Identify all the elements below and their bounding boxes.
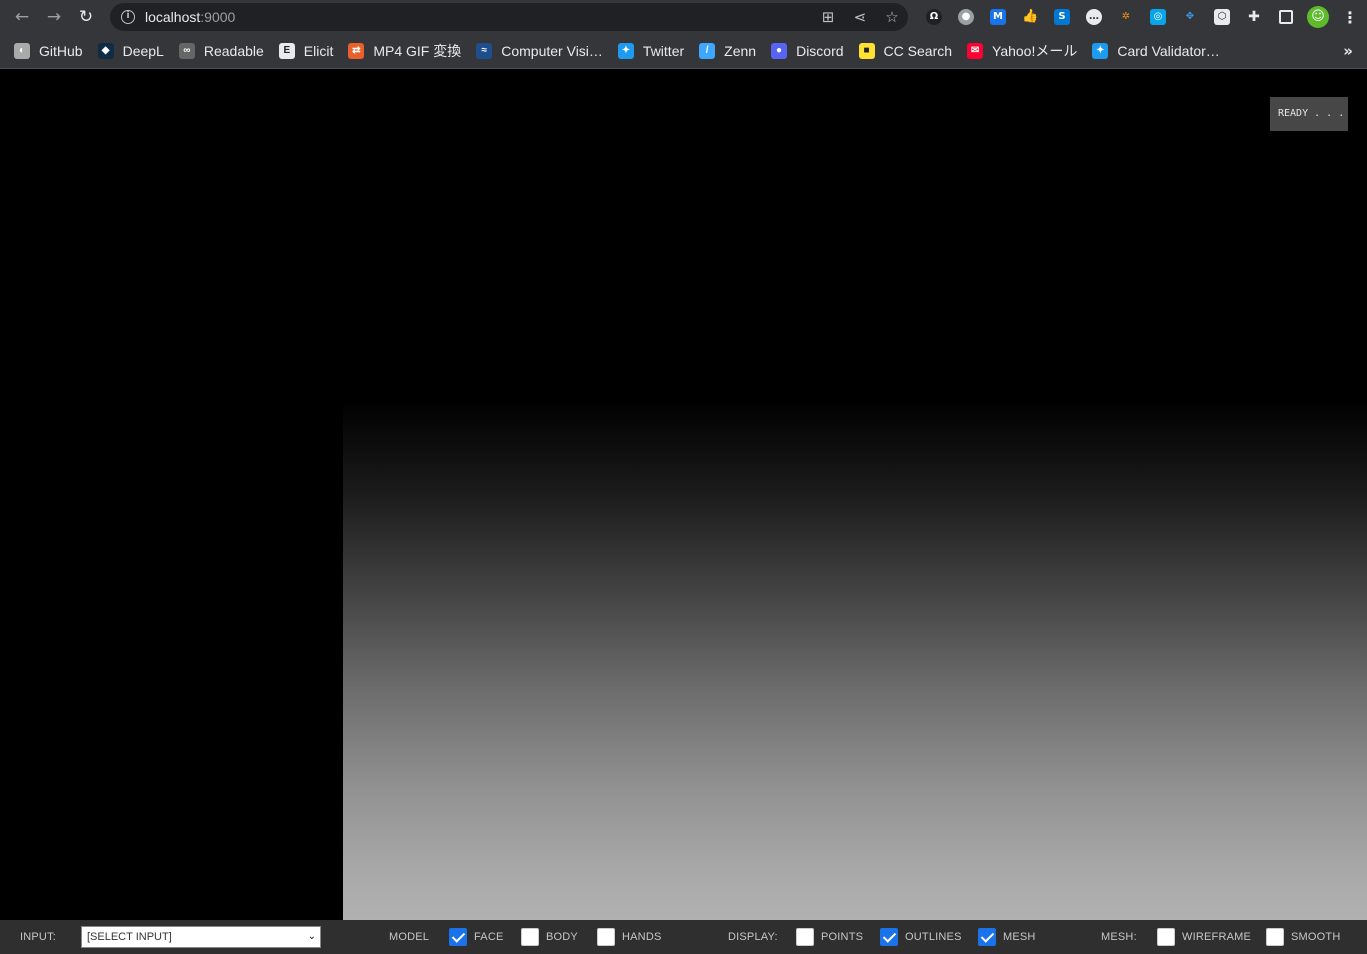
outlines-label: OUTLINES (905, 931, 962, 943)
browser-menu-icon[interactable]: ⋮ (1334, 0, 1366, 34)
bookmark-item[interactable]: ∞ Readable (178, 34, 279, 68)
body-checkbox[interactable] (521, 928, 539, 946)
wireframe-label: WIREFRAME (1182, 931, 1252, 943)
translate-icon[interactable]: ⊞ (818, 8, 838, 26)
url-host: localhost (145, 9, 201, 25)
bookmark-item[interactable]: ◐ GitHub (14, 34, 98, 68)
bookmark-label: CC Search (883, 43, 953, 59)
github-icon: ◐ (14, 43, 30, 59)
browser-toolbar: ← → ↻ i localhost:9000 ⊞ ⋖ ☆ Ω ● M 👍 S …… (0, 0, 1367, 34)
url-port: :9000 (200, 9, 236, 25)
extension-m-icon[interactable]: M (982, 0, 1014, 34)
yahoo-mail-icon: ✉ (967, 43, 984, 59)
cv-icon: ≈ (476, 43, 493, 59)
bookmark-item[interactable]: E Elicit (278, 34, 349, 68)
convert-icon: ⇄ (348, 43, 365, 59)
points-checkbox[interactable] (796, 928, 814, 946)
input-label: INPUT: (20, 931, 57, 943)
mesh-label: MESH (1003, 931, 1036, 943)
model-label: MODEL (389, 931, 430, 943)
bookmark-item[interactable]: ✉ Yahoo!メール (967, 34, 1092, 68)
bookmark-star-icon[interactable]: ☆ (882, 8, 902, 26)
bookmark-label: DeepL (122, 43, 164, 59)
bookmark-label: Zenn (724, 43, 757, 59)
wireframe-checkbox[interactable] (1157, 928, 1175, 946)
zenn-icon: / (699, 43, 716, 59)
bookmark-item[interactable]: ✦ Card Validator… (1092, 34, 1234, 68)
bookmark-label: GitHub (39, 43, 83, 59)
mesh-checkbox[interactable] (978, 928, 996, 946)
bookmark-label: Readable (203, 43, 264, 59)
bookmark-item[interactable]: ■ CC Search (858, 34, 967, 68)
bookmarks-overflow-button[interactable]: » (1343, 34, 1353, 68)
input-select[interactable]: [SELECT INPUT] ⌄ (81, 926, 321, 948)
face-checkbox[interactable] (449, 928, 467, 946)
body-label: BODY (546, 931, 578, 943)
bookmark-item[interactable]: / Zenn (699, 34, 771, 68)
input-select-value: [SELECT INPUT] (87, 931, 172, 943)
bookmark-item[interactable]: ◆ DeepL (97, 34, 179, 68)
extension-s-icon[interactable]: S (1046, 0, 1078, 34)
forward-arrow-icon[interactable]: → (38, 0, 70, 34)
profile-avatar[interactable]: ☺ (1302, 0, 1334, 34)
display-label: DISPLAY: (728, 931, 778, 943)
extension-octocat-icon[interactable]: Ω (918, 0, 950, 34)
bookmark-item[interactable]: ● Discord (771, 34, 858, 68)
mesh-section-label: MESH: (1101, 931, 1137, 943)
discord-icon: ● (771, 43, 788, 59)
hands-label: HANDS (622, 931, 662, 943)
bookmark-item[interactable]: ≈ Computer Visi… (476, 34, 618, 68)
face-label: FACE (474, 931, 504, 943)
back-arrow-icon[interactable]: ← (6, 0, 38, 34)
bookmark-label: Discord (796, 43, 844, 59)
cc-search-icon: ■ (858, 43, 875, 59)
glasses-icon: ∞ (178, 43, 195, 59)
hands-checkbox[interactable] (597, 928, 615, 946)
share-icon[interactable]: ⋖ (850, 8, 870, 26)
page-canvas: READY . . . (0, 69, 1367, 920)
twitter-icon: ✦ (1092, 43, 1109, 59)
address-bar[interactable]: i localhost:9000 ⊞ ⋖ ☆ (110, 3, 908, 31)
bookmark-item[interactable]: ⇄ MP4 GIF 変換 (348, 34, 476, 68)
bookmarks-bar: ◐ GitHub ◆ DeepL ∞ Readable E Elicit ⇄ MP4 GIF 変換… (0, 34, 1367, 68)
extension-diamond-icon[interactable]: ✥ (1174, 0, 1206, 34)
outlines-checkbox[interactable] (880, 928, 898, 946)
deepl-icon: ◆ (97, 43, 114, 59)
bookmark-label: Yahoo!メール (992, 43, 1078, 59)
status-indicator: READY . . . (1270, 97, 1348, 131)
chevron-down-icon: ⌄ (307, 931, 316, 942)
bookmark-item[interactable]: ✦ Twitter (617, 34, 699, 68)
smooth-checkbox[interactable] (1266, 928, 1284, 946)
twitter-icon: ✦ (617, 43, 634, 59)
side-panel-icon[interactable] (1270, 0, 1302, 34)
extensions-puzzle-icon[interactable]: ✚ (1238, 0, 1270, 34)
bookmark-label: Twitter (642, 43, 685, 59)
bookmark-label: Card Validator… (1117, 43, 1220, 59)
extension-hex-icon[interactable]: ⬡ (1206, 0, 1238, 34)
video-output (343, 400, 1367, 920)
bookmark-label: MP4 GIF 変換 (373, 43, 462, 59)
elicit-icon: E (278, 43, 295, 59)
extension-svg-icon[interactable]: ✲ (1110, 0, 1142, 34)
control-bar: INPUT: [SELECT INPUT] ⌄ MODEL FACE BODY … (0, 920, 1367, 954)
bookmark-label: Elicit (303, 43, 334, 59)
smooth-label: SMOOTH (1291, 931, 1341, 943)
extension-target-icon[interactable]: ◎ (1142, 0, 1174, 34)
bookmark-label: Computer Visi… (501, 43, 603, 59)
extension-thumbs-up-icon[interactable]: 👍 (1014, 0, 1046, 34)
points-label: POINTS (821, 931, 864, 943)
reload-icon[interactable]: ↻ (70, 0, 102, 34)
extension-gear-icon[interactable]: ● (950, 0, 982, 34)
extension-chat-icon[interactable]: … (1078, 0, 1110, 34)
site-info-icon[interactable]: i (121, 10, 135, 24)
